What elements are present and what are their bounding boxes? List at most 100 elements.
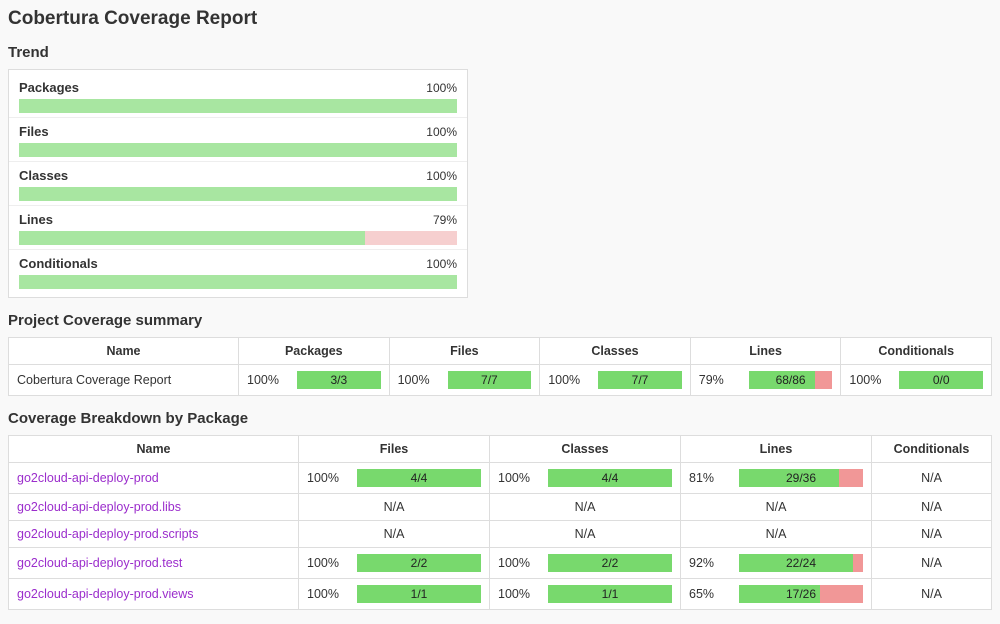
metric-cell: 100% 0/0 [841,365,992,396]
metric-ratio: 1/1 [357,585,481,603]
package-link[interactable]: go2cloud-api-deploy-prod [17,471,159,485]
package-name-cell: go2cloud-api-deploy-prod.libs [9,494,299,521]
metric-bar: 7/7 [448,371,532,389]
trend-row: Conditionals100% [9,250,467,293]
metric-bar: 17/26 [739,585,863,603]
metric-cell: N/A [872,579,992,610]
col-classes: Classes [540,338,691,365]
metric-bar: 1/1 [357,585,481,603]
trend-label: Files [19,124,49,139]
metric-cell: 100% 2/2 [299,548,490,579]
trend-pct: 100% [426,169,457,183]
metric-cell: N/A [299,494,490,521]
trend-bar [19,187,457,201]
metric-bar: 4/4 [548,469,672,487]
metric-ratio: 2/2 [357,554,481,572]
table-row: go2cloud-api-deploy-prod100%4/4100%4/481… [9,463,992,494]
metric-ratio: 4/4 [548,469,672,487]
metric-cell: 100% 3/3 [239,365,390,396]
package-link[interactable]: go2cloud-api-deploy-prod.scripts [17,527,198,541]
metric-pct: 100% [307,587,347,601]
breakdown-heading: Coverage Breakdown by Package [8,410,992,427]
metric-cell: N/A [872,548,992,579]
package-name-cell: go2cloud-api-deploy-prod.views [9,579,299,610]
metric-bar: 22/24 [739,554,863,572]
metric-cell: N/A [681,494,872,521]
trend-pct: 100% [426,125,457,139]
metric-pct: 100% [498,556,538,570]
package-name-cell: go2cloud-api-deploy-prod.test [9,548,299,579]
metric-pct: 100% [247,373,287,387]
package-name-cell: go2cloud-api-deploy-prod [9,463,299,494]
metric-ratio: 4/4 [357,469,481,487]
col-files: Files [299,436,490,463]
metric-cell: N/A [872,463,992,494]
package-link[interactable]: go2cloud-api-deploy-prod.test [17,556,182,570]
metric-bar: 4/4 [357,469,481,487]
metric-cell: 100% 4/4 [299,463,490,494]
metric-cell: 100% 1/1 [490,579,681,610]
package-name-cell: go2cloud-api-deploy-prod.scripts [9,521,299,548]
metric-cell: 100%7/7 [389,365,540,396]
col-conditionals: Conditionals [872,436,992,463]
col-packages: Packages [239,338,390,365]
metric-pct: 65% [689,587,729,601]
table-row: go2cloud-api-deploy-prod.libsN/AN/AN/AN/… [9,494,992,521]
col-lines: Lines [681,436,872,463]
col-name: Name [9,436,299,463]
trend-pct: 100% [426,257,457,271]
metric-cell: N/A [681,521,872,548]
col-lines: Lines [690,338,841,365]
metric-pct: 92% [689,556,729,570]
trend-label: Classes [19,168,68,183]
metric-ratio: 68/86 [749,371,833,389]
metric-ratio: 2/2 [548,554,672,572]
col-files: Files [389,338,540,365]
col-classes: Classes [490,436,681,463]
metric-bar: 3/3 [297,371,381,389]
metric-cell: N/A [872,521,992,548]
metric-bar: 0/0 [899,371,983,389]
metric-bar: 7/7 [598,371,682,389]
metric-ratio: 1/1 [548,585,672,603]
metric-pct: 100% [498,471,538,485]
trend-row: Packages100% [9,74,467,117]
metric-bar: 2/2 [548,554,672,572]
metric-cell: N/A [872,494,992,521]
metric-pct: 100% [307,556,347,570]
metric-cell: 100% 1/1 [299,579,490,610]
metric-ratio: 7/7 [598,371,682,389]
metric-cell: 92% 22/24 [681,548,872,579]
metric-cell: N/A [299,521,490,548]
package-link[interactable]: go2cloud-api-deploy-prod.views [17,587,194,601]
metric-cell: N/A [490,494,681,521]
summary-row: Cobertura Coverage Report100%3/3100%7/71… [9,365,992,396]
metric-pct: 100% [498,587,538,601]
package-link[interactable]: go2cloud-api-deploy-prod.libs [17,500,181,514]
metric-pct: 100% [548,373,588,387]
metric-ratio: 17/26 [739,585,863,603]
metric-cell: 65% 17/26 [681,579,872,610]
metric-pct: 79% [699,373,739,387]
trend-row: Classes 100% [9,162,467,205]
metric-cell: 100% 2/2 [490,548,681,579]
metric-bar: 29/36 [739,469,863,487]
col-name: Name [9,338,239,365]
metric-pct: 100% [849,373,889,387]
col-conditionals: Conditionals [841,338,992,365]
metric-cell: N/A [490,521,681,548]
trend-bar [19,275,457,289]
trend-box: Packages100%Files100%Classes100%Lines79%… [8,69,468,298]
metric-cell: 79% 68/86 [690,365,841,396]
table-row: go2cloud-api-deploy-prod.scriptsN/AN/AN/… [9,521,992,548]
metric-pct: 100% [307,471,347,485]
trend-label: Packages [19,80,79,95]
summary-name: Cobertura Coverage Report [9,365,239,396]
trend-heading: Trend [8,44,992,61]
table-row: go2cloud-api-deploy-prod.test100%2/2100%… [9,548,992,579]
summary-heading: Project Coverage summary [8,312,992,329]
metric-bar: 2/2 [357,554,481,572]
trend-bar [19,99,457,113]
page-title: Cobertura Coverage Report [8,8,992,30]
summary-header-row: Name Packages Files Classes Lines Condit… [9,338,992,365]
